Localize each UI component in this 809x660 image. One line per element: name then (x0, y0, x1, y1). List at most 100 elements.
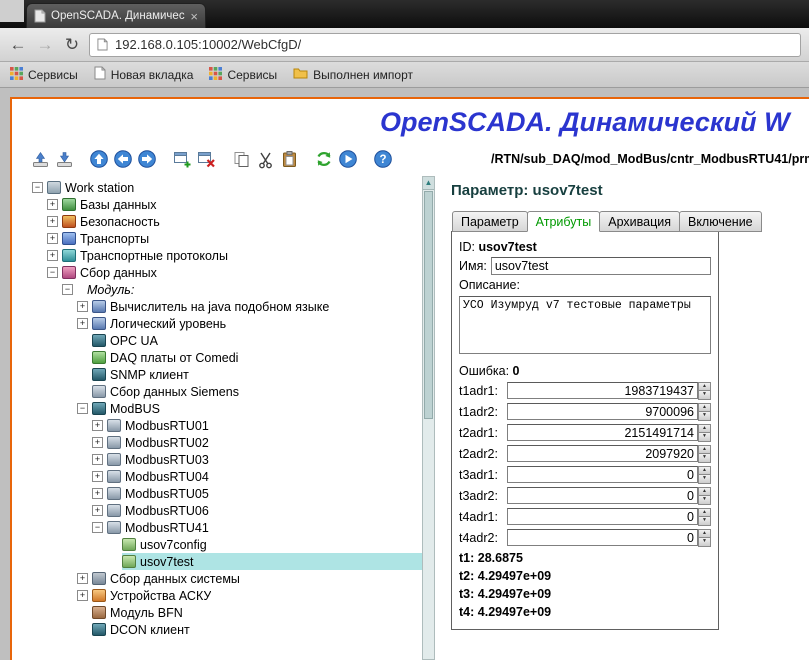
tree-item[interactable]: − ModBUS (28, 400, 422, 417)
numeric-input[interactable] (507, 487, 698, 504)
tree-item[interactable]: − Сбор данных (28, 264, 422, 281)
save-icon[interactable] (53, 148, 75, 170)
tree-item[interactable]: + Транспортные протоколы (28, 247, 422, 264)
tree-item[interactable]: + ModbusRTU03 (28, 451, 422, 468)
expander-icon[interactable]: + (47, 250, 58, 261)
scrollbar-thumb[interactable] (424, 191, 433, 419)
refresh-icon[interactable] (313, 148, 335, 170)
tree-item[interactable]: − Модуль: (28, 281, 422, 298)
expander-icon[interactable]: + (92, 454, 103, 465)
tree-item[interactable]: + Сбор данных системы (28, 570, 422, 587)
spin-up-icon[interactable]: ▲ (698, 382, 711, 392)
tree-item[interactable]: usov7test (28, 553, 422, 570)
tree-scrollbar[interactable]: ▲ (422, 176, 435, 660)
delete-icon[interactable] (195, 148, 217, 170)
bookmark-item[interactable]: Сервисы (209, 67, 277, 83)
tree-item[interactable]: + Транспорты (28, 230, 422, 247)
browser-tab[interactable]: OpenSCADA. Динамичес × (26, 3, 206, 28)
bookmark-item[interactable]: Новая вкладка (94, 66, 194, 83)
tree-item[interactable]: − Work station (28, 179, 422, 196)
help-icon[interactable]: ? (372, 148, 394, 170)
panel-tab[interactable]: Архивация (599, 211, 680, 232)
expander-icon[interactable]: − (62, 284, 73, 295)
spin-down-icon[interactable]: ▼ (698, 538, 711, 547)
copy-icon[interactable] (230, 148, 252, 170)
expander-icon[interactable]: + (77, 318, 88, 329)
expander-icon[interactable]: − (92, 522, 103, 533)
spin-down-icon[interactable]: ▼ (698, 496, 711, 505)
expander-icon[interactable]: − (32, 182, 43, 193)
spin-up-icon[interactable]: ▲ (698, 487, 711, 497)
back-icon[interactable]: ← (8, 35, 28, 55)
tree-item[interactable]: Модуль BFN (28, 604, 422, 621)
tab-close-icon[interactable]: × (190, 10, 198, 23)
expander-icon[interactable]: + (92, 437, 103, 448)
scroll-up-icon[interactable]: ▲ (423, 177, 434, 190)
expander-icon[interactable]: + (47, 216, 58, 227)
panel-tab[interactable]: Атрибуты (527, 211, 601, 232)
up-icon[interactable] (88, 148, 110, 170)
previous-icon[interactable] (112, 148, 134, 170)
tree-item[interactable]: DAQ платы от Comedi (28, 349, 422, 366)
spin-up-icon[interactable]: ▲ (698, 508, 711, 518)
expander-icon[interactable]: + (92, 471, 103, 482)
tree-item[interactable]: + Безопасность (28, 213, 422, 230)
spin-up-icon[interactable]: ▲ (698, 466, 711, 476)
tree-item[interactable]: + Устройства АСКУ (28, 587, 422, 604)
tree-item[interactable]: Сбор данных Siemens (28, 383, 422, 400)
tree-item[interactable]: − ModbusRTU41 (28, 519, 422, 536)
forward-icon[interactable]: → (35, 35, 55, 55)
numeric-input[interactable] (507, 529, 698, 546)
paste-icon[interactable] (278, 148, 300, 170)
expander-icon[interactable]: − (47, 267, 58, 278)
tree-item[interactable]: + Вычислитель на java подобном языке (28, 298, 422, 315)
expander-icon[interactable]: + (92, 505, 103, 516)
spin-down-icon[interactable]: ▼ (698, 391, 711, 400)
bookmark-item[interactable]: Выполнен импорт (293, 67, 413, 82)
expander-icon[interactable]: − (77, 403, 88, 414)
spin-down-icon[interactable]: ▼ (698, 412, 711, 421)
expander-icon[interactable]: + (77, 573, 88, 584)
expander-icon[interactable]: + (77, 301, 88, 312)
expander-icon[interactable]: + (92, 488, 103, 499)
panel-tab[interactable]: Включение (679, 211, 762, 232)
spin-up-icon[interactable]: ▲ (698, 529, 711, 539)
spin-down-icon[interactable]: ▼ (698, 454, 711, 463)
numeric-input[interactable] (507, 466, 698, 483)
add-icon[interactable] (171, 148, 193, 170)
next-icon[interactable] (136, 148, 158, 170)
tree-item[interactable]: OPC UA (28, 332, 422, 349)
spin-down-icon[interactable]: ▼ (698, 433, 711, 442)
tree-item[interactable]: usov7config (28, 536, 422, 553)
spin-up-icon[interactable]: ▲ (698, 403, 711, 413)
numeric-input[interactable] (507, 403, 698, 420)
expander-icon[interactable]: + (77, 590, 88, 601)
expander-icon[interactable]: + (92, 420, 103, 431)
spin-up-icon[interactable]: ▲ (698, 424, 711, 434)
tree-item[interactable]: + ModbusRTU06 (28, 502, 422, 519)
address-bar[interactable]: 192.168.0.105:10002/WebCfgD/ (89, 33, 801, 57)
numeric-input[interactable] (507, 508, 698, 525)
numeric-input[interactable] (507, 382, 698, 399)
tree-item[interactable]: DCON клиент (28, 621, 422, 638)
numeric-input[interactable] (507, 445, 698, 462)
expander-icon[interactable]: + (47, 199, 58, 210)
cut-icon[interactable] (254, 148, 276, 170)
expander-icon[interactable]: + (47, 233, 58, 244)
numeric-input[interactable] (507, 424, 698, 441)
spin-down-icon[interactable]: ▼ (698, 475, 711, 484)
bookmark-item[interactable]: Сервисы (10, 67, 78, 83)
spin-down-icon[interactable]: ▼ (698, 517, 711, 526)
description-textarea[interactable]: УСО Изумруд v7 тестовые параметры (459, 296, 711, 354)
tree-item[interactable]: + ModbusRTU02 (28, 434, 422, 451)
reload-icon[interactable]: ↻ (62, 35, 82, 55)
tree-item[interactable]: + Базы данных (28, 196, 422, 213)
name-input[interactable] (491, 257, 711, 275)
start-icon[interactable] (337, 148, 359, 170)
tree-item[interactable]: + ModbusRTU05 (28, 485, 422, 502)
spin-up-icon[interactable]: ▲ (698, 445, 711, 455)
tree-item[interactable]: + ModbusRTU04 (28, 468, 422, 485)
load-icon[interactable] (29, 148, 51, 170)
tree-item[interactable]: + ModbusRTU01 (28, 417, 422, 434)
tree-item[interactable]: + Логический уровень (28, 315, 422, 332)
